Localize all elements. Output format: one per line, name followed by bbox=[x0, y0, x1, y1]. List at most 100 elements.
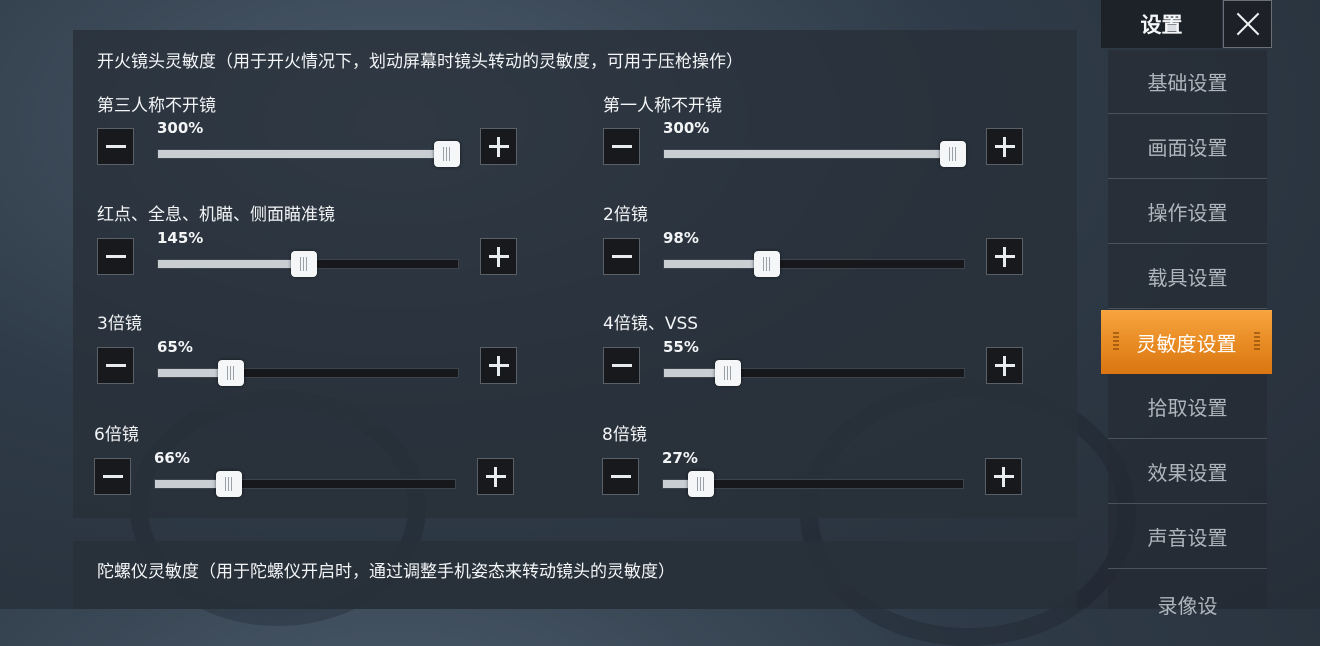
close-button[interactable] bbox=[1223, 0, 1272, 48]
plus-button[interactable] bbox=[480, 238, 517, 275]
slider-value: 300% bbox=[663, 119, 710, 137]
menu-item-label: 操作设置 bbox=[1147, 201, 1228, 225]
slider-fill bbox=[664, 369, 719, 377]
plus-icon bbox=[497, 247, 500, 267]
slider-fill bbox=[663, 480, 690, 488]
plus-button[interactable] bbox=[985, 458, 1022, 495]
slider-track[interactable] bbox=[663, 141, 966, 167]
minus-button[interactable] bbox=[602, 458, 639, 495]
slider-thumb[interactable] bbox=[687, 471, 714, 497]
slider-fill bbox=[155, 480, 221, 488]
slider-track[interactable] bbox=[157, 251, 459, 277]
menu-item-label: 灵敏度设置 bbox=[1136, 331, 1237, 356]
plus-icon bbox=[1002, 467, 1005, 487]
menu-item-label: 载具设置 bbox=[1147, 266, 1228, 290]
menu-item-graphics[interactable]: 画面设置 bbox=[1108, 115, 1267, 179]
slider-label-4x: 4倍镜、VSS bbox=[603, 314, 699, 334]
plus-button[interactable] bbox=[986, 347, 1023, 384]
slider-label-third-person: 第三人称不开镜 bbox=[97, 96, 216, 116]
plus-icon bbox=[497, 137, 500, 157]
slider-6x: 66% bbox=[94, 449, 524, 504]
slider-label-6x: 6倍镜 bbox=[94, 425, 139, 445]
slider-label-2x: 2倍镜 bbox=[603, 205, 648, 225]
slider-value: 66% bbox=[154, 449, 190, 467]
menu-item-sensitivity[interactable]: 灵敏度设置 bbox=[1101, 310, 1272, 374]
slider-8x: 27% bbox=[602, 449, 1032, 504]
plus-icon bbox=[494, 467, 497, 487]
slider-2x: 98% bbox=[603, 229, 1033, 284]
menu-item-basic[interactable]: 基础设置 bbox=[1108, 50, 1267, 114]
minus-icon bbox=[611, 475, 631, 478]
menu-item-label: 声音设置 bbox=[1147, 526, 1228, 550]
plus-icon bbox=[1003, 137, 1006, 157]
plus-button[interactable] bbox=[986, 128, 1023, 165]
plus-icon bbox=[1003, 247, 1006, 267]
slider-fill bbox=[664, 150, 964, 158]
minus-button[interactable] bbox=[97, 238, 134, 275]
menu-item-effects[interactable]: 效果设置 bbox=[1108, 440, 1267, 504]
slider-value: 65% bbox=[157, 338, 193, 356]
fire-sensitivity-title: 开火镜头灵敏度（用于开火情况下，划动屏幕时镜头转动的灵敏度，可用于压枪操作） bbox=[97, 52, 743, 72]
slider-thumb[interactable] bbox=[434, 141, 460, 167]
settings-title: 设置 bbox=[1101, 0, 1222, 48]
slider-3x: 65% bbox=[97, 338, 527, 393]
plus-button[interactable] bbox=[480, 347, 517, 384]
plus-icon bbox=[497, 356, 500, 376]
minus-button[interactable] bbox=[603, 128, 640, 165]
slider-value: 300% bbox=[157, 119, 204, 137]
slider-label-8x: 8倍镜 bbox=[602, 425, 647, 445]
menu-item-recording[interactable]: 录像设 bbox=[1108, 570, 1267, 634]
slider-thumb[interactable] bbox=[217, 360, 244, 386]
slider-value: 27% bbox=[662, 449, 698, 467]
slider-red-dot: 145% bbox=[97, 229, 527, 284]
minus-button[interactable] bbox=[603, 347, 640, 384]
slider-thumb[interactable] bbox=[940, 141, 966, 167]
settings-menu: 基础设置 画面设置 操作设置 载具设置 灵敏度设置 拾取设置 效果设置 声音设置… bbox=[1101, 50, 1272, 618]
menu-item-label: 录像设 bbox=[1157, 594, 1218, 618]
minus-icon bbox=[106, 145, 126, 148]
gyro-sensitivity-title: 陀螺仪灵敏度（用于陀螺仪开启时，通过调整手机姿态来转动镜头的灵敏度） bbox=[97, 562, 675, 582]
gyro-sensitivity-panel: 陀螺仪灵敏度（用于陀螺仪开启时，通过调整手机姿态来转动镜头的灵敏度） bbox=[73, 541, 1077, 609]
menu-item-pickup[interactable]: 拾取设置 bbox=[1108, 375, 1267, 439]
plus-button[interactable] bbox=[480, 128, 517, 165]
fire-sensitivity-panel: 开火镜头灵敏度（用于开火情况下，划动屏幕时镜头转动的灵敏度，可用于压枪操作） 第… bbox=[73, 30, 1077, 518]
slider-first-person: 300% bbox=[603, 119, 1033, 174]
slider-fill bbox=[664, 260, 762, 268]
menu-item-label: 基础设置 bbox=[1147, 71, 1228, 95]
minus-button[interactable] bbox=[97, 128, 134, 165]
menu-item-controls[interactable]: 操作设置 bbox=[1108, 180, 1267, 244]
slider-label-first-person: 第一人称不开镜 bbox=[603, 96, 722, 116]
menu-item-sound[interactable]: 声音设置 bbox=[1108, 505, 1267, 569]
plus-icon bbox=[1003, 356, 1006, 376]
slider-thumb[interactable] bbox=[714, 360, 741, 386]
slider-label-red-dot: 红点、全息、机瞄、侧面瞄准镜 bbox=[97, 205, 335, 225]
slider-track[interactable] bbox=[662, 471, 964, 497]
settings-sidebar: 设置 基础设置 画面设置 操作设置 载具设置 灵敏度设置 拾取设置 效果设置 声… bbox=[1101, 0, 1272, 618]
slider-track[interactable] bbox=[154, 471, 456, 497]
slider-value: 98% bbox=[663, 229, 699, 247]
grip-icon bbox=[1254, 332, 1260, 352]
plus-button[interactable] bbox=[477, 458, 514, 495]
slider-thumb[interactable] bbox=[291, 251, 318, 277]
slider-track[interactable] bbox=[663, 251, 965, 277]
slider-track[interactable] bbox=[663, 360, 965, 386]
plus-button[interactable] bbox=[986, 238, 1023, 275]
grip-icon bbox=[1113, 332, 1119, 352]
minus-button[interactable] bbox=[97, 347, 134, 384]
minus-icon bbox=[106, 255, 126, 258]
slider-track[interactable] bbox=[157, 360, 459, 386]
slider-thumb[interactable] bbox=[215, 471, 242, 497]
slider-label-3x: 3倍镜 bbox=[97, 314, 142, 334]
slider-third-person: 300% bbox=[97, 119, 527, 174]
menu-item-vehicle[interactable]: 载具设置 bbox=[1108, 245, 1267, 309]
minus-button[interactable] bbox=[603, 238, 640, 275]
menu-item-label: 画面设置 bbox=[1147, 136, 1228, 160]
slider-track[interactable] bbox=[157, 141, 460, 167]
minus-icon bbox=[612, 255, 632, 258]
slider-fill bbox=[158, 369, 223, 377]
minus-button[interactable] bbox=[94, 458, 131, 495]
minus-icon bbox=[106, 364, 126, 367]
slider-thumb[interactable] bbox=[754, 251, 781, 277]
minus-icon bbox=[612, 145, 632, 148]
slider-value: 55% bbox=[663, 338, 699, 356]
